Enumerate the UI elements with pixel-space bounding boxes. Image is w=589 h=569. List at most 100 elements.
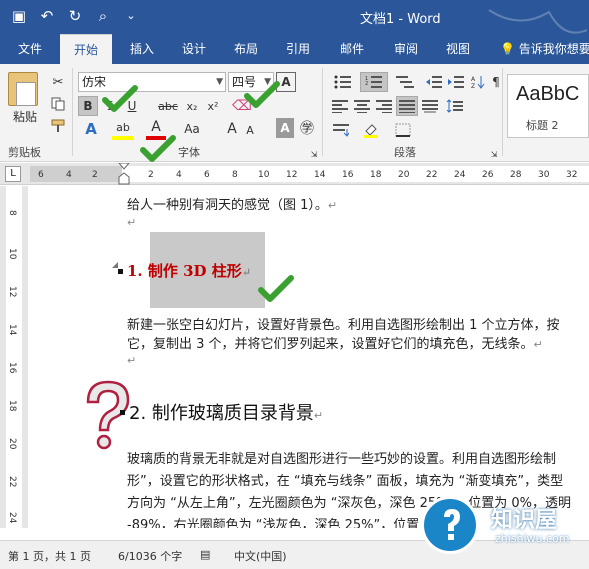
increase-indent-icon[interactable] [446, 72, 466, 92]
grow-font-button[interactable]: A [224, 118, 240, 140]
shading-icon[interactable] [360, 120, 382, 140]
ruler-number: 4 [66, 170, 72, 180]
paragraph-mark: ↵ [241, 266, 251, 279]
tab-mailings[interactable]: 邮件 [326, 34, 378, 64]
tab-references[interactable]: 引用 [272, 34, 324, 64]
ruler-number: 8 [232, 170, 238, 180]
svg-text:2: 2 [365, 81, 368, 87]
bullets-icon[interactable] [330, 72, 356, 92]
character-shading-button[interactable]: A [276, 118, 294, 138]
ribbon: 粘贴 ✂ 剪贴板 仿宋 ▼ 四号 ▼ A B I U abc x₂ x² ⌫ A… [0, 64, 589, 162]
tab-view[interactable]: 视图 [432, 34, 484, 64]
font-dialog-launcher-icon[interactable]: ⇲ [310, 150, 318, 159]
enclose-characters-button[interactable]: ㊫ [298, 118, 316, 138]
shrink-font-button[interactable]: A [242, 120, 258, 140]
vertical-ruler-track: 8 10 12 14 16 18 20 22 24 [6, 186, 22, 528]
align-left-icon[interactable] [330, 96, 350, 116]
ruler-number: 22 [7, 476, 17, 488]
print-preview-icon[interactable]: ⌕ [94, 7, 112, 25]
ruler-number: 24 [454, 170, 466, 180]
align-right-icon[interactable] [374, 96, 394, 116]
proofing-icon[interactable]: ▤ [200, 548, 210, 561]
bold-button[interactable]: B [78, 96, 98, 116]
tab-home[interactable]: 开始 [60, 34, 112, 64]
vertical-ruler[interactable]: 8 10 12 14 16 18 20 22 24 [0, 186, 28, 528]
ribbon-tabs: 文件 开始 插入 设计 布局 引用 邮件 审阅 视图 💡 告诉我你想要 [0, 34, 589, 64]
multilevel-list-icon[interactable] [392, 72, 418, 92]
sort-icon[interactable]: AZ [468, 72, 488, 92]
checkmark-icon [244, 81, 280, 108]
style-name: 标题 2 [526, 119, 559, 132]
subscript-button[interactable]: x₂ [182, 96, 202, 116]
tab-design[interactable]: 设计 [168, 34, 220, 64]
font-name-select[interactable]: 仿宋 ▼ [78, 72, 226, 92]
undo-icon[interactable]: ↶ [38, 7, 56, 25]
ruler-number: 16 [342, 170, 354, 180]
paragraph-line: -89%，右光圈颜色为 “浅灰色，深色 25%”，位置 [127, 518, 420, 528]
ruler-number: 2 [148, 170, 154, 180]
paragraph-mark: ↵ [127, 354, 137, 367]
ruler-number: 18 [7, 400, 17, 412]
align-center-icon[interactable] [352, 96, 372, 116]
distributed-icon[interactable] [420, 96, 440, 116]
group-separator [72, 68, 73, 156]
watermark-logo-icon [421, 496, 479, 554]
tab-stop-selector[interactable]: L [5, 166, 21, 182]
paragraph-mark: ↵ [533, 338, 543, 351]
group-separator [322, 68, 323, 156]
document-page[interactable]: 给人一种别有洞天的感觉（图 1）。↵ ↵ 1. 制作 3D 柱形↵ 新建一张空白… [28, 186, 589, 528]
clipboard-group-label: 剪贴板 [8, 146, 41, 159]
paragraph-dialog-launcher-icon[interactable]: ⇲ [490, 150, 498, 159]
paragraph-mark: ↵ [313, 409, 324, 422]
paragraph-line: 玻璃质的背景无非就是对自选图形进行一些巧妙的设置。利用自选图形绘制 [127, 452, 557, 467]
customize-qat-icon[interactable]: ⌄ [122, 7, 140, 25]
strikethrough-button[interactable]: abc [156, 96, 180, 116]
ruler-number: 6 [204, 170, 210, 180]
line-spacing-icon[interactable] [444, 96, 466, 116]
checkmark-icon [258, 275, 294, 302]
highlight-color-button[interactable]: ab [112, 118, 134, 140]
decrease-indent-icon[interactable] [424, 72, 444, 92]
tab-review[interactable]: 审阅 [380, 34, 432, 64]
ruler-number: 14 [314, 170, 326, 180]
watermark-url: zhishiwu.com [495, 532, 570, 545]
tab-layout[interactable]: 布局 [220, 34, 272, 64]
ruler-track: 6 4 2 2 4 6 8 10 12 14 16 18 20 22 24 26… [30, 163, 589, 185]
font-group-label: 字体 [178, 146, 200, 159]
save-icon[interactable]: ▣ [10, 7, 28, 25]
paste-button[interactable]: 粘贴 [8, 108, 42, 124]
chinese-layout-icon[interactable] [330, 120, 352, 140]
paste-icon[interactable] [8, 72, 38, 106]
style-heading2[interactable]: AaBbC 标题 2 [507, 74, 589, 138]
justify-icon[interactable] [396, 96, 418, 116]
chevron-down-icon: ▼ [216, 77, 223, 87]
language-indicator[interactable]: 中文(中国) [234, 548, 287, 564]
tab-insert[interactable]: 插入 [116, 34, 168, 64]
numbering-icon[interactable]: 12 [360, 72, 388, 92]
tell-me-box[interactable]: 💡 告诉我你想要 [500, 34, 589, 64]
borders-icon[interactable] [392, 120, 414, 140]
ruler-number: 6 [38, 170, 44, 180]
change-case-button[interactable]: Aa [180, 118, 204, 140]
text-effects-button[interactable]: A [80, 118, 102, 140]
horizontal-ruler[interactable]: L 6 4 2 2 4 6 8 10 12 14 16 18 20 22 24 … [0, 163, 589, 185]
indent-marker-icon[interactable] [118, 163, 130, 185]
cut-icon[interactable]: ✂ [48, 72, 68, 92]
redo-icon[interactable]: ↻ [66, 7, 84, 25]
copy-icon[interactable] [48, 94, 68, 114]
title-bar: ▣ ↶ ↻ ⌕ ⌄ 文档1 - Word [0, 0, 589, 61]
collapse-triangle-icon[interactable] [112, 262, 118, 268]
window-title: 文档1 - Word [360, 12, 441, 27]
svg-text:Z: Z [471, 83, 475, 89]
site-watermark: 知识屋 zhishiwu.com [417, 488, 589, 569]
superscript-button[interactable]: x² [203, 96, 223, 116]
format-painter-icon[interactable] [48, 116, 68, 136]
lightbulb-icon: 💡 [500, 42, 519, 56]
word-count[interactable]: 6/1036 个字 [118, 548, 182, 564]
tab-file[interactable]: 文件 [4, 34, 56, 64]
paragraph-line: 新建一张空白幻灯片，设置好背景色。利用自选图形绘制出 1 个立方体，按 [127, 318, 560, 333]
ruler-number: 14 [7, 324, 17, 336]
watermark-name: 知识屋 [491, 508, 558, 533]
ruler-number: 8 [7, 210, 17, 216]
page-count[interactable]: 第 1 页，共 1 页 [8, 548, 91, 564]
